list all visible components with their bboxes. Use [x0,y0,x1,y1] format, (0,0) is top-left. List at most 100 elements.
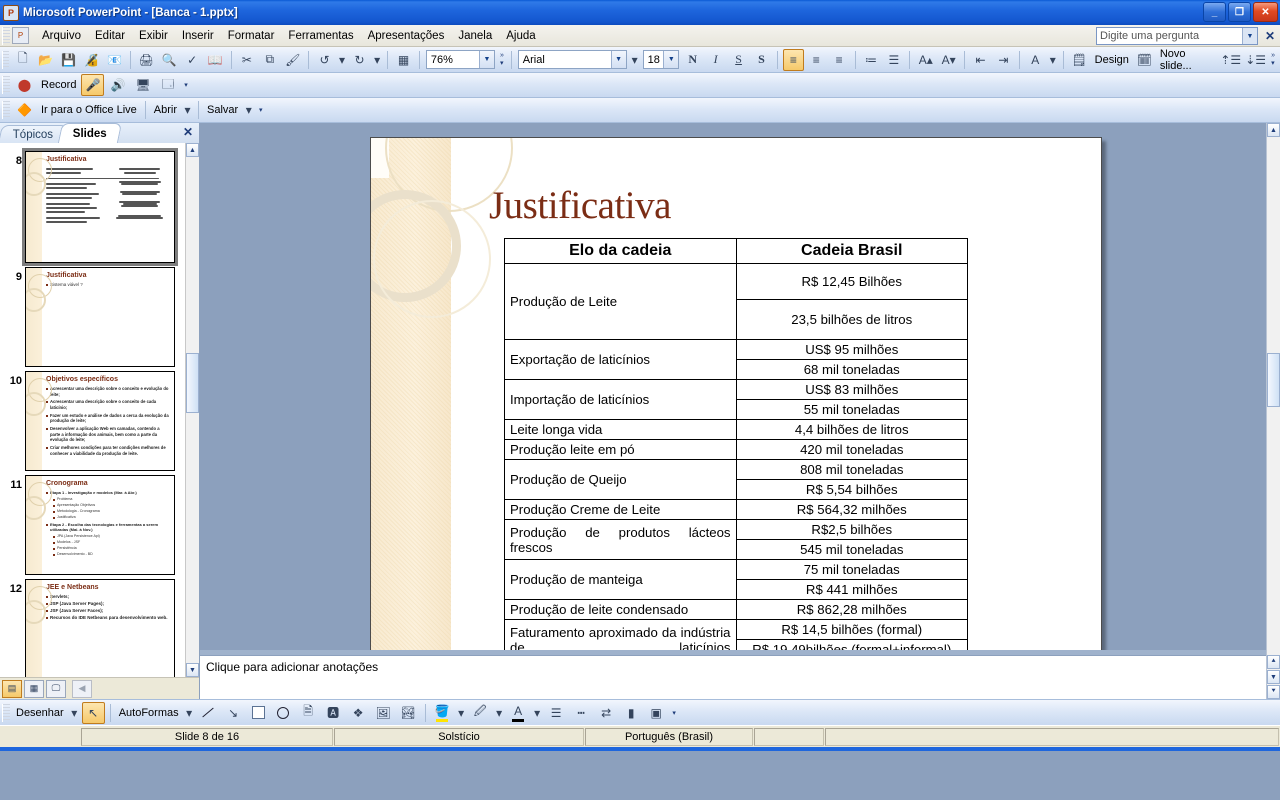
font-name-combo[interactable]: Arial ▼ [517,50,627,69]
slide-show-view-button[interactable]: 🖵 [46,679,66,698]
menu-gripper[interactable] [2,26,10,45]
underline-button[interactable]: S [728,49,749,71]
email-icon[interactable]: 📧 [104,49,125,71]
bold-button[interactable]: N [682,49,703,71]
autoshapes-dropdown-icon[interactable]: ▾ [184,702,195,724]
menu-item-editar[interactable]: Editar [88,27,132,45]
wordart-icon[interactable]: 🅰 [322,702,345,724]
save-icon[interactable]: 💾 [58,49,79,71]
open-button[interactable]: Abrir [150,104,181,116]
chevron-down-icon[interactable]: ▼ [478,51,494,68]
line-color-dropdown-icon[interactable]: ▾ [494,702,505,724]
print-preview-icon[interactable]: 🔍 [159,49,180,71]
normal-view-button[interactable]: ▤ [2,679,22,698]
shadow-style-icon[interactable]: ▮ [620,702,643,724]
arrow-style-icon[interactable]: ⇄ [595,702,618,724]
list-item[interactable]: 10 Objetivos específicos Acrescentar uma… [0,367,199,471]
previous-slide-icon[interactable]: ⯅ [1267,655,1280,669]
dash-style-icon[interactable]: ┅ [570,702,593,724]
record-icon[interactable]: ⬤ [13,74,36,96]
outline-scroll-left-button[interactable]: ◀ [72,679,92,698]
slide-editing-area[interactable]: Justificativa Elo da cadeia Cadeia Brasi… [200,123,1280,699]
notes-pane[interactable]: Clique para adicionar anotações [200,655,1266,699]
copy-icon[interactable]: ⧉ [259,49,280,71]
menu-item-formatar[interactable]: Formatar [221,27,282,45]
ask-a-question-box[interactable]: Digite uma pergunta ▼ [1096,27,1258,45]
list-item[interactable]: 11 Cronograma Etapa 1 - Investigação e m… [0,471,199,575]
drawing-toolbar-options-button[interactable]: ▾ [669,702,680,724]
menu-item-apresentacoes[interactable]: Apresentações [361,27,452,45]
scroll-up-icon[interactable]: ▲ [186,143,199,157]
font-color-dropdown-icon[interactable]: ▾ [532,702,543,724]
scroll-down-icon[interactable]: ▼ [186,663,199,677]
scrollbar-thumb[interactable] [1267,353,1280,407]
toolbar-gripper[interactable] [2,50,10,69]
clip-art-icon[interactable]: 🖼 [372,702,395,724]
office-live-icon[interactable]: 🔶 [13,99,36,121]
align-left-button[interactable]: ≡ [782,48,804,71]
chevron-down-icon[interactable]: ▼ [663,51,679,68]
spelling-icon[interactable]: ✓ [182,49,203,71]
undo-dropdown-icon[interactable]: ▾ [337,49,347,71]
speaker-icon[interactable]: 🔊 [106,74,129,96]
picture-icon[interactable]: 🏞 [397,702,420,724]
slide-thumbnail-8[interactable]: Justificativa [22,148,178,266]
office-live-toolbar-options-button[interactable]: ▾ [255,99,266,121]
settings-icon[interactable]: 🗔 [156,74,179,96]
slide-area-scrollbar[interactable]: ▲ ⯅ ▼ ⯆ [1266,123,1280,699]
go-to-office-live-button[interactable]: Ir para o Office Live [37,104,141,116]
chevron-down-icon[interactable]: ▼ [1242,28,1257,44]
scrollbar-thumb[interactable] [186,353,199,413]
select-arrow-icon[interactable]: ↖ [81,701,105,724]
insert-table-icon[interactable]: ▦ [393,49,414,71]
microphone-icon[interactable]: 🎤 [81,74,105,96]
close-button[interactable]: ✕ [1253,2,1278,22]
decrease-font-size-button[interactable]: A▾ [938,49,959,71]
list-item[interactable]: 8 Justificativa [0,147,199,266]
rectangle-icon[interactable] [247,702,270,724]
increase-indent-button[interactable]: ⇥ [993,49,1014,71]
permission-icon[interactable]: 🔏 [81,49,102,71]
tab-slides[interactable]: Slides [58,123,123,143]
collapse-all-button[interactable]: ⇣☰ [1244,49,1267,71]
menu-item-ajuda[interactable]: Ajuda [499,27,542,45]
arrow-icon[interactable]: ↘ [222,702,245,724]
design-button[interactable]: Design [1091,54,1133,66]
toolbar-gripper[interactable] [2,703,10,722]
text-shadow-button[interactable]: S [751,49,772,71]
menu-item-ferramentas[interactable]: Ferramentas [281,27,360,45]
toolbar-gripper[interactable] [2,76,10,94]
toolbar-gripper[interactable] [2,101,10,119]
design-icon[interactable]: 🗒 [1069,49,1090,71]
toolbar-overflow-button[interactable]: » ▾ [497,49,507,71]
align-right-button[interactable]: ≡ [829,49,850,71]
new-slide-icon[interactable]: 🗓 [1134,49,1155,71]
cut-icon[interactable]: ✂ [236,49,257,71]
record-toolbar-options-button[interactable]: ▾ [180,74,191,96]
justificativa-table[interactable]: Elo da cadeia Cadeia Brasil Produção de … [504,238,968,660]
new-icon[interactable]: 🗋 [12,49,33,71]
screen-capture-icon[interactable]: 🖥 [131,74,154,96]
open-icon[interactable]: 📂 [35,49,56,71]
3d-style-icon[interactable]: ▣ [645,702,668,724]
slide-thumbnail-list[interactable]: 8 Justificativa 9 Justificativa Sistema … [0,143,199,677]
font-size-combo[interactable]: 18 ▼ [642,50,680,69]
fill-color-icon[interactable]: 🪣 [431,702,454,724]
current-slide[interactable]: Justificativa Elo da cadeia Cadeia Brasi… [370,137,1102,689]
redo-dropdown-icon[interactable]: ▾ [372,49,382,71]
save-dropdown-icon[interactable]: ▾ [243,99,254,121]
restore-button[interactable]: ❐ [1228,2,1251,22]
draw-dropdown-icon[interactable]: ▾ [69,702,80,724]
decrease-indent-button[interactable]: ⇤ [970,49,991,71]
fill-color-dropdown-icon[interactable]: ▾ [456,702,467,724]
font-color-dropdown-icon[interactable]: ▾ [1048,49,1058,71]
slide-thumbnail-10[interactable]: Objetivos específicos Acrescentar uma de… [25,371,175,471]
text-box-icon[interactable]: 🗎 [297,702,320,724]
oval-icon[interactable] [272,702,295,724]
line-style-icon[interactable]: ☰ [545,702,568,724]
font-color-button[interactable]: A [1025,49,1046,71]
format-painter-icon[interactable]: 🖌 [282,49,303,71]
align-center-button[interactable]: ≡ [806,49,827,71]
scroll-up-icon[interactable]: ▲ [1267,123,1280,137]
next-slide-icon[interactable]: ⯆ [1267,685,1280,699]
